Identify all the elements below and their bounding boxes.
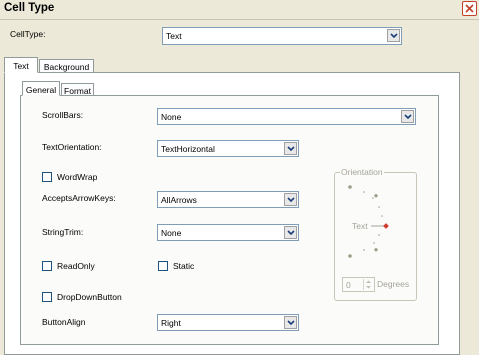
acceptsarrowkeys-label: AcceptsArrowKeys: bbox=[42, 193, 116, 203]
wordwrap-checkbox[interactable] bbox=[42, 172, 52, 182]
celltype-label: CellType: bbox=[10, 29, 46, 39]
celltype-dropdown-button[interactable] bbox=[387, 29, 400, 42]
textorientation-label: TextOrientation: bbox=[42, 142, 102, 152]
tab-general[interactable]: General bbox=[22, 81, 60, 96]
buttonalign-dropdown-button[interactable] bbox=[284, 316, 297, 329]
acceptsarrowkeys-dropdown-button[interactable] bbox=[284, 193, 297, 206]
scrollbars-label: ScrollBars: bbox=[42, 110, 84, 120]
tab-format[interactable]: Format bbox=[61, 83, 94, 96]
tab-background[interactable]: Background bbox=[39, 59, 94, 72]
static-checkbox[interactable] bbox=[158, 261, 168, 271]
acceptsarrowkeys-select[interactable]: AllArrows bbox=[157, 191, 299, 208]
buttonalign-label: ButtonAlign bbox=[42, 317, 86, 327]
scrollbars-dropdown-button[interactable] bbox=[401, 110, 414, 123]
textorientation-select[interactable]: TextHorizontal bbox=[157, 140, 299, 157]
close-button[interactable] bbox=[462, 1, 477, 16]
chevron-down-icon bbox=[287, 230, 295, 236]
chevron-down-icon bbox=[390, 33, 398, 39]
stringtrim-dropdown-button[interactable] bbox=[284, 226, 297, 239]
orientation-text-label: Text bbox=[352, 221, 368, 231]
static-label: Static bbox=[173, 261, 195, 271]
buttonalign-select[interactable]: Right bbox=[157, 314, 299, 331]
degrees-spinner[interactable]: 0 bbox=[342, 277, 375, 292]
chevron-down-icon bbox=[287, 146, 295, 152]
orientation-group-title: Orientation bbox=[340, 167, 384, 177]
window-title: Cell Type bbox=[4, 2, 55, 14]
wordwrap-label: WordWrap bbox=[57, 172, 98, 182]
dropdownbutton-checkbox[interactable] bbox=[42, 292, 52, 302]
degrees-value: 0 bbox=[346, 280, 351, 290]
celltype-select[interactable]: Text bbox=[162, 27, 402, 45]
orientation-dial bbox=[348, 185, 389, 258]
title-bar bbox=[0, 0, 479, 20]
readonly-label: ReadOnly bbox=[57, 261, 95, 271]
stringtrim-select[interactable]: None bbox=[157, 224, 299, 241]
celltype-value: Text bbox=[166, 31, 182, 41]
dropdownbutton-label: DropDownButton bbox=[57, 292, 122, 302]
spinner-arrows-icon bbox=[366, 280, 371, 289]
chevron-down-icon bbox=[404, 114, 412, 120]
chevron-down-icon bbox=[287, 320, 295, 326]
degrees-label: Degrees bbox=[377, 279, 410, 289]
tab-text[interactable]: Text bbox=[4, 57, 38, 73]
stringtrim-label: StringTrim: bbox=[42, 227, 84, 237]
chevron-down-icon bbox=[287, 197, 295, 203]
degrees-spinner-buttons[interactable] bbox=[363, 279, 373, 290]
textorientation-dropdown-button[interactable] bbox=[284, 142, 297, 155]
close-icon bbox=[465, 4, 474, 13]
scrollbars-select[interactable]: None bbox=[157, 108, 416, 125]
readonly-checkbox[interactable] bbox=[42, 261, 52, 271]
